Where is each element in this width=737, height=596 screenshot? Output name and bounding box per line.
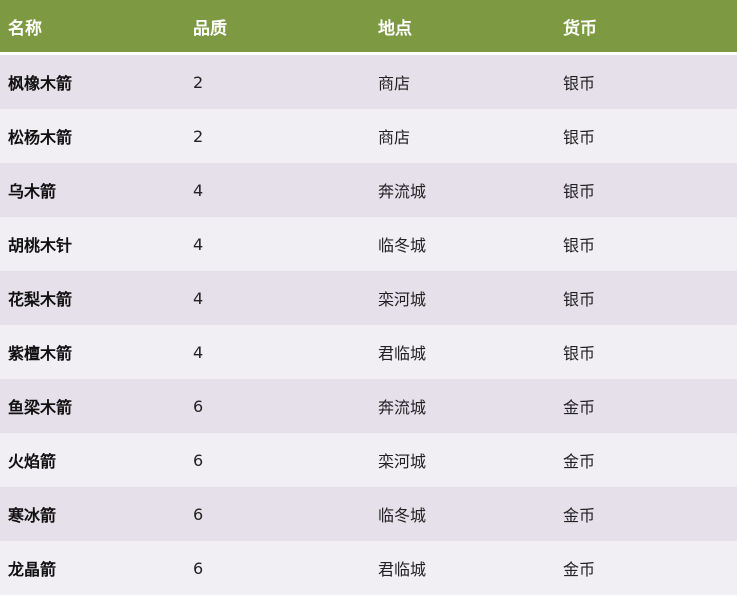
cell-currency: 银币 [555, 53, 737, 109]
cell-location: 商店 [370, 109, 555, 163]
cell-currency: 银币 [555, 163, 737, 217]
cell-location: 栾河城 [370, 271, 555, 325]
cell-location: 栾河城 [370, 433, 555, 487]
cell-location: 奔流城 [370, 379, 555, 433]
table-row: 龙晶箭 6 君临城 金币 [0, 541, 737, 595]
cell-location: 商店 [370, 53, 555, 109]
cell-quality: 6 [185, 433, 370, 487]
table-row: 胡桃木针 4 临冬城 银币 [0, 217, 737, 271]
table-header-row: 名称 品质 地点 货币 [0, 0, 737, 55]
cell-currency: 金币 [555, 379, 737, 433]
cell-name: 松杨木箭 [0, 109, 185, 163]
cell-quality: 6 [185, 487, 370, 541]
table-row: 火焰箭 6 栾河城 金币 [0, 433, 737, 487]
table-row: 松杨木箭 2 商店 银币 [0, 109, 737, 163]
cell-name: 鱼梁木箭 [0, 379, 185, 433]
cell-name: 寒冰箭 [0, 487, 185, 541]
cell-currency: 银币 [555, 325, 737, 379]
cell-currency: 金币 [555, 487, 737, 541]
cell-quality: 2 [185, 109, 370, 163]
header-currency: 货币 [555, 0, 737, 55]
table-row: 寒冰箭 6 临冬城 金币 [0, 487, 737, 541]
cell-quality: 6 [185, 541, 370, 595]
cell-name: 火焰箭 [0, 433, 185, 487]
cell-currency: 金币 [555, 433, 737, 487]
cell-currency: 银币 [555, 217, 737, 271]
cell-name: 龙晶箭 [0, 541, 185, 595]
cell-name: 枫橡木箭 [0, 53, 185, 109]
cell-quality: 4 [185, 163, 370, 217]
table-row: 枫橡木箭 2 商店 银币 [0, 53, 737, 109]
arrow-table: 名称 品质 地点 货币 枫橡木箭 2 商店 银币 松杨木箭 2 商店 银币 乌木… [0, 0, 737, 595]
table-row: 紫檀木箭 4 君临城 银币 [0, 325, 737, 379]
table-row: 乌木箭 4 奔流城 银币 [0, 163, 737, 217]
cell-location: 临冬城 [370, 217, 555, 271]
table-row: 花梨木箭 4 栾河城 银币 [0, 271, 737, 325]
cell-quality: 4 [185, 325, 370, 379]
cell-location: 君临城 [370, 325, 555, 379]
cell-name: 乌木箭 [0, 163, 185, 217]
cell-quality: 4 [185, 271, 370, 325]
cell-currency: 金币 [555, 541, 737, 595]
cell-quality: 2 [185, 53, 370, 109]
cell-location: 奔流城 [370, 163, 555, 217]
cell-name: 胡桃木针 [0, 217, 185, 271]
cell-currency: 银币 [555, 109, 737, 163]
header-name: 名称 [0, 0, 185, 55]
header-quality: 品质 [185, 0, 370, 55]
header-location: 地点 [370, 0, 555, 55]
table-row: 鱼梁木箭 6 奔流城 金币 [0, 379, 737, 433]
cell-quality: 4 [185, 217, 370, 271]
cell-name: 紫檀木箭 [0, 325, 185, 379]
cell-quality: 6 [185, 379, 370, 433]
cell-location: 临冬城 [370, 487, 555, 541]
cell-location: 君临城 [370, 541, 555, 595]
cell-name: 花梨木箭 [0, 271, 185, 325]
cell-currency: 银币 [555, 271, 737, 325]
